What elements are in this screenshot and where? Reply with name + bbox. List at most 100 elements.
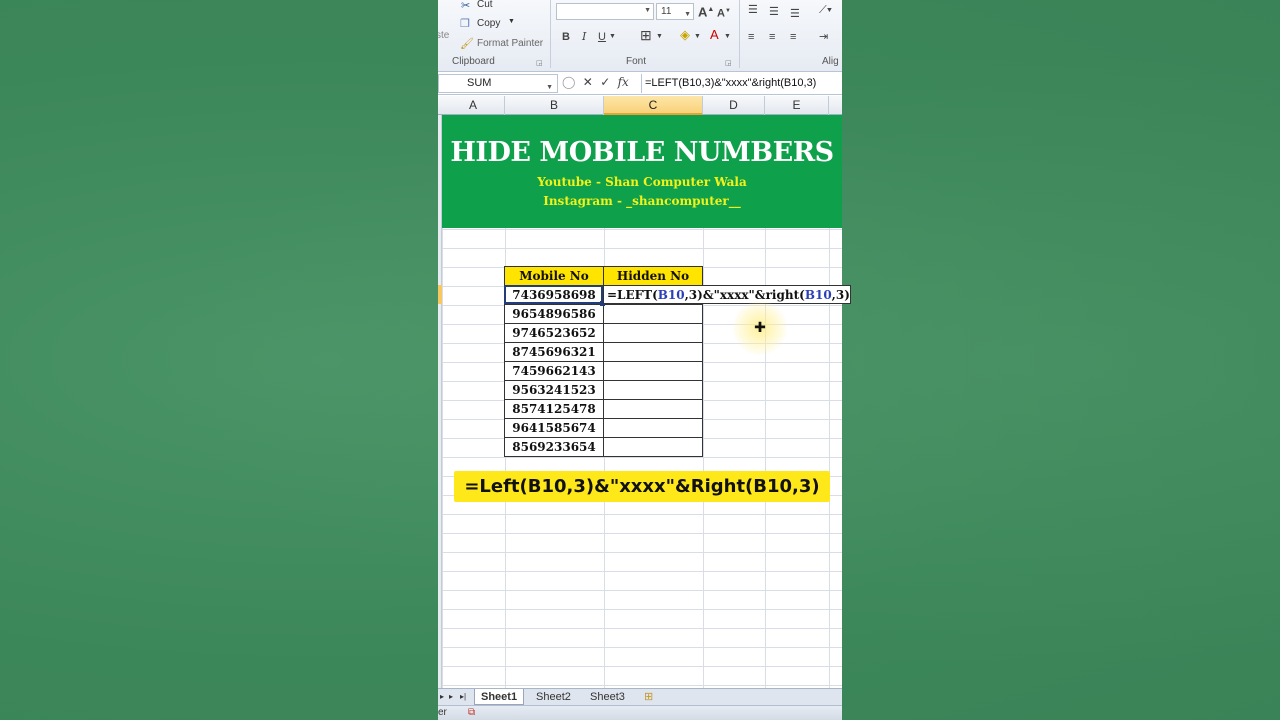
insert-function-icon[interactable]: fx bbox=[618, 75, 629, 89]
hidden-cell[interactable] bbox=[603, 361, 703, 381]
hidden-cell[interactable] bbox=[603, 380, 703, 400]
column-header-d[interactable]: D bbox=[703, 96, 765, 115]
font-name-box[interactable]: ▼ bbox=[556, 3, 654, 20]
group-divider bbox=[550, 0, 551, 68]
mobile-cell[interactable]: 9746523652 bbox=[504, 323, 604, 343]
font-size-value: 11 bbox=[661, 6, 672, 17]
shrink-font-icon[interactable]: A▼ bbox=[717, 5, 731, 20]
borders-icon[interactable]: ⊞ bbox=[640, 28, 652, 42]
table-row: 9746523652 bbox=[504, 323, 703, 343]
align-left-icon[interactable]: ≡ bbox=[748, 31, 754, 43]
cancel-icon[interactable]: ✕ bbox=[583, 75, 593, 89]
paste-button-label[interactable]: ste bbox=[438, 30, 449, 41]
bold-icon[interactable]: B bbox=[562, 31, 570, 43]
cell-edit-formula[interactable]: =LEFT(B10,3)&"xxxx"&right(B10,3) bbox=[603, 285, 851, 304]
name-box[interactable]: SUM ▼ bbox=[438, 74, 558, 93]
table-header-row: Mobile No Hidden No bbox=[504, 266, 703, 286]
enter-icon[interactable]: ✓ bbox=[600, 75, 610, 89]
font-group-label: Font bbox=[626, 56, 647, 67]
underline-icon[interactable]: U bbox=[598, 31, 606, 43]
mobile-cell[interactable]: 8569233654 bbox=[504, 437, 604, 457]
orientation-icon[interactable]: ⟋▾ bbox=[819, 4, 832, 16]
banner-instagram: Instagram - _shancomputer__ bbox=[543, 194, 741, 208]
mobile-cell[interactable]: 9654896586 bbox=[504, 304, 604, 324]
insert-sheet-icon[interactable]: ⊞ bbox=[638, 689, 659, 705]
table-row: 8569233654 bbox=[504, 437, 703, 457]
column-header-c[interactable]: C bbox=[604, 96, 703, 115]
italic-icon[interactable]: I bbox=[582, 31, 586, 43]
hidden-cell[interactable] bbox=[603, 399, 703, 419]
copy-button[interactable]: Copy bbox=[477, 18, 500, 29]
mobile-cell[interactable]: 9563241523 bbox=[504, 380, 604, 400]
column-headers: A B C D E bbox=[438, 96, 842, 115]
header-hidden-no[interactable]: Hidden No bbox=[603, 266, 703, 286]
copy-icon: ❐ bbox=[460, 18, 470, 30]
ribbon: ste ✂ Cut ❐ Copy ▼ 🖌 Format Painter Clip… bbox=[438, 0, 842, 72]
name-box-value: SUM bbox=[467, 77, 492, 89]
formula-ref: B10 bbox=[657, 288, 685, 302]
group-divider bbox=[739, 0, 740, 68]
banner-title: HIDE MOBILE NUMBERS bbox=[450, 137, 834, 168]
tab-sheet3[interactable]: Sheet3 bbox=[584, 689, 631, 705]
borders-dropdown-icon[interactable]: ▼ bbox=[656, 31, 663, 43]
column-header-a[interactable]: A bbox=[442, 96, 505, 115]
table-row: 8574125478 bbox=[504, 399, 703, 419]
indent-icon[interactable]: ⇥ bbox=[819, 31, 828, 43]
hidden-cell[interactable] bbox=[603, 304, 703, 324]
formula-buttons: ◯ ✕ ✓ fx bbox=[562, 75, 629, 89]
fill-color-icon[interactable]: ◈ bbox=[680, 28, 690, 41]
tab-nav-last-icon[interactable]: ▸| bbox=[454, 689, 472, 705]
clipboard-group-label: Clipboard bbox=[452, 56, 495, 67]
clipboard-launcher-icon[interactable]: ◲ bbox=[536, 58, 543, 70]
tab-sheet1[interactable]: Sheet1 bbox=[474, 689, 525, 705]
table-row: 9641585674 bbox=[504, 418, 703, 438]
formula-ref: B10 bbox=[804, 288, 832, 302]
formula-prefix: =LEFT( bbox=[607, 288, 658, 302]
formula-bar: SUM ▼ ◯ ✕ ✓ fx =LEFT(B10,3)&"xxxx"&right(… bbox=[438, 73, 842, 95]
table-row: 9563241523 bbox=[504, 380, 703, 400]
sheet-tabs: ▸ ▸ ▸| Sheet1 Sheet2 Sheet3 ⊞ bbox=[438, 688, 842, 705]
hidden-cell[interactable] bbox=[603, 437, 703, 457]
mobile-cell[interactable]: 7436958698 bbox=[504, 285, 604, 305]
table-row: 9654896586 bbox=[504, 304, 703, 324]
align-bottom-icon[interactable]: ☰ bbox=[790, 8, 800, 20]
mobile-cell[interactable]: 8574125478 bbox=[504, 399, 604, 419]
column-header-b[interactable]: B bbox=[505, 96, 604, 115]
title-banner: HIDE MOBILE NUMBERS Youtube - Shan Compu… bbox=[442, 115, 842, 228]
tab-sheet2[interactable]: Sheet2 bbox=[530, 689, 577, 705]
underline-dropdown-icon[interactable]: ▼ bbox=[609, 31, 616, 43]
banner-youtube: Youtube - Shan Computer Wala bbox=[537, 175, 747, 189]
font-color-dropdown-icon[interactable]: ▼ bbox=[724, 31, 731, 43]
align-top-icon[interactable]: ☰ bbox=[748, 4, 758, 16]
status-bar: er ⧉ bbox=[438, 705, 842, 720]
mobile-cell[interactable]: 8745696321 bbox=[504, 342, 604, 362]
fill-dropdown-icon[interactable]: ▼ bbox=[694, 31, 701, 43]
hidden-cell[interactable] bbox=[603, 418, 703, 438]
formula-input[interactable]: =LEFT(B10,3)&"xxxx"&right(B10,3) bbox=[641, 74, 842, 93]
mobile-cell[interactable]: 7459662143 bbox=[504, 361, 604, 381]
mobile-cell[interactable]: 9641585674 bbox=[504, 418, 604, 438]
align-right-icon[interactable]: ≡ bbox=[790, 31, 796, 43]
chevron-down-icon: ▼ bbox=[644, 7, 651, 14]
copy-dropdown-icon[interactable]: ▼ bbox=[508, 18, 515, 25]
cut-button[interactable]: Cut bbox=[477, 0, 493, 10]
hidden-cell[interactable] bbox=[603, 323, 703, 343]
macro-record-icon[interactable]: ⧉ bbox=[468, 706, 475, 720]
align-middle-icon[interactable]: ☰ bbox=[769, 6, 779, 18]
font-size-box[interactable]: 11 ▼ bbox=[656, 3, 694, 20]
format-painter-button[interactable]: Format Painter bbox=[477, 38, 543, 49]
header-mobile-no[interactable]: Mobile No bbox=[504, 266, 604, 286]
font-color-icon[interactable]: A bbox=[710, 28, 719, 41]
table-row: 8745696321 bbox=[504, 342, 703, 362]
formula-suffix: ,3) bbox=[831, 288, 850, 302]
status-text: er bbox=[438, 707, 447, 718]
align-center-icon[interactable]: ≡ bbox=[769, 31, 775, 43]
grow-font-icon[interactable]: A▲ bbox=[698, 4, 714, 18]
column-header-e[interactable]: E bbox=[765, 96, 829, 115]
hidden-cell[interactable] bbox=[603, 342, 703, 362]
font-launcher-icon[interactable]: ◲ bbox=[725, 58, 732, 70]
formula-callout: =Left(B10,3)&"xxxx"&Right(B10,3) bbox=[454, 471, 830, 502]
table-row: 7459662143 bbox=[504, 361, 703, 381]
chevron-down-icon: ▼ bbox=[684, 11, 691, 18]
circle-icon: ◯ bbox=[562, 75, 576, 89]
